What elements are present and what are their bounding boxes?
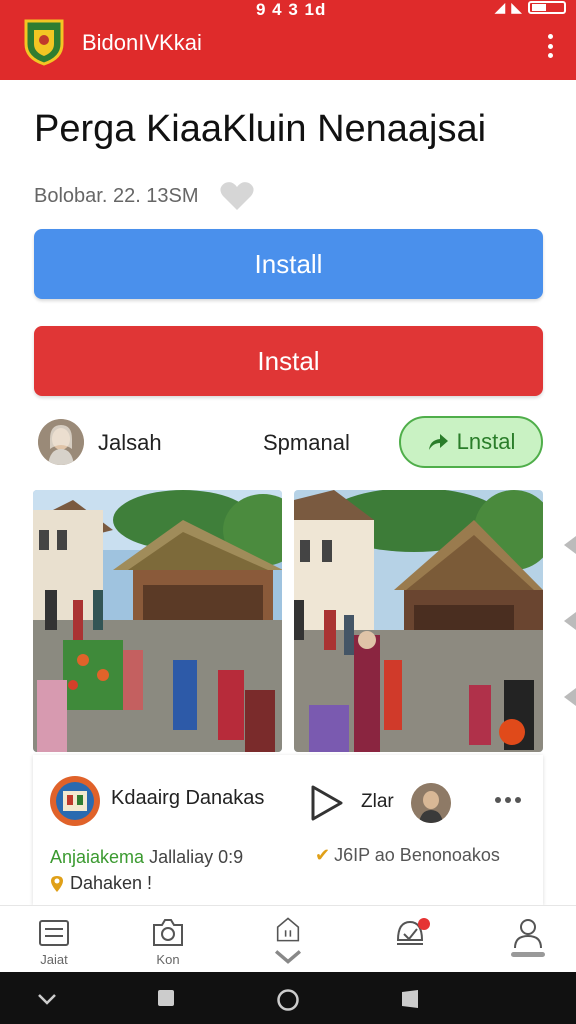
card-detail: Jallaliay 0:9	[149, 847, 244, 867]
page-title: Perga KiaaKluin Nenaajsai	[34, 108, 487, 150]
avatar[interactable]	[38, 419, 84, 465]
card-play-label: Zlar	[361, 791, 394, 812]
scroll-left-arrow-icon[interactable]	[564, 612, 576, 630]
signal-icon: ◢	[494, 0, 506, 15]
home-icon	[276, 917, 300, 942]
meta-text: Bolobar. 22. 13SM	[34, 184, 199, 207]
market-scene-photo-1	[33, 490, 282, 752]
bottom-nav: Jaiat Kon	[0, 905, 576, 972]
screenshot-1[interactable]	[33, 490, 282, 752]
home-circle-icon[interactable]	[276, 988, 300, 1012]
app-switch-icon[interactable]	[400, 988, 420, 1010]
avatar[interactable]	[411, 783, 451, 823]
profile-indicator	[511, 952, 545, 957]
nav-label: Jaiat	[40, 952, 68, 967]
card-location-text: Dahaken !	[70, 873, 153, 893]
nav-item-camera[interactable]: Kon	[138, 916, 198, 970]
nav-item-list[interactable]: Jaiat	[24, 916, 84, 970]
list-icon	[39, 920, 69, 946]
heart-icon[interactable]	[219, 180, 255, 212]
chevron-down-icon	[274, 950, 302, 964]
recents-icon[interactable]	[156, 988, 176, 1008]
card-check-row: ✔ J6IP ao Benonoakos	[315, 845, 500, 866]
card-name: Kdaairg Danakas	[111, 787, 265, 809]
market-scene-photo-2	[294, 490, 543, 752]
meta-row: Bolobar. 22. 13SM	[34, 180, 255, 212]
app-bar: 9 4 3 1d ◢ ◣ BidonIVKkai	[0, 0, 576, 80]
screenshot-2[interactable]	[294, 490, 543, 752]
card-logo-icon	[50, 776, 100, 826]
card-category: Anjaiakema	[50, 847, 145, 867]
share-install-button[interactable]: Lnstal	[399, 416, 543, 468]
emblem-icon[interactable]	[22, 18, 66, 66]
nav-item-notifications[interactable]	[380, 916, 440, 970]
notification-badge	[418, 918, 430, 930]
developer-label: Spmanal	[263, 430, 350, 455]
check-icon: ✔	[315, 845, 331, 865]
status-icons: ◢ ◣	[494, 0, 566, 14]
more-horiz-icon[interactable]	[495, 797, 521, 803]
app-card[interactable]: Kdaairg Danakas Zlar Anjaiakema Jallalia…	[33, 755, 543, 905]
play-icon[interactable]	[309, 783, 345, 823]
share-install-label: Lnstal	[456, 429, 516, 454]
card-location: Dahaken !	[50, 873, 152, 894]
nav-label: Kon	[156, 952, 180, 967]
system-nav-bar	[0, 972, 576, 1024]
wifi-icon: ◣	[511, 0, 522, 15]
install-red-button[interactable]: Instal	[34, 326, 543, 396]
card-subtitle: Anjaiakema Jallaliay 0:9	[50, 847, 243, 868]
more-vert-icon[interactable]	[546, 34, 554, 58]
location-pin-icon	[51, 875, 63, 892]
status-time: 9 4 3 1d	[256, 0, 327, 19]
scroll-left-arrow-icon[interactable]	[564, 688, 576, 706]
scroll-left-arrow-icon[interactable]	[564, 536, 576, 554]
developer-row: Jalsah Spmanal Lnstal	[38, 416, 544, 468]
nav-item-profile[interactable]	[498, 916, 558, 970]
battery-icon	[528, 0, 566, 14]
profile-icon	[514, 919, 542, 949]
developer-name[interactable]: Jalsah	[98, 430, 162, 456]
card-check-text: J6IP ao Benonoakos	[334, 845, 500, 865]
screen: 9 4 3 1d ◢ ◣ BidonIVKkai Perga KiaaKluin…	[0, 0, 576, 1024]
back-icon[interactable]	[36, 988, 58, 1010]
nav-item-home[interactable]	[258, 916, 318, 970]
install-button[interactable]: Install	[34, 229, 543, 299]
share-arrow-icon	[428, 434, 448, 450]
camera-icon	[153, 919, 183, 946]
app-title: BidonIVKkai	[82, 30, 202, 55]
